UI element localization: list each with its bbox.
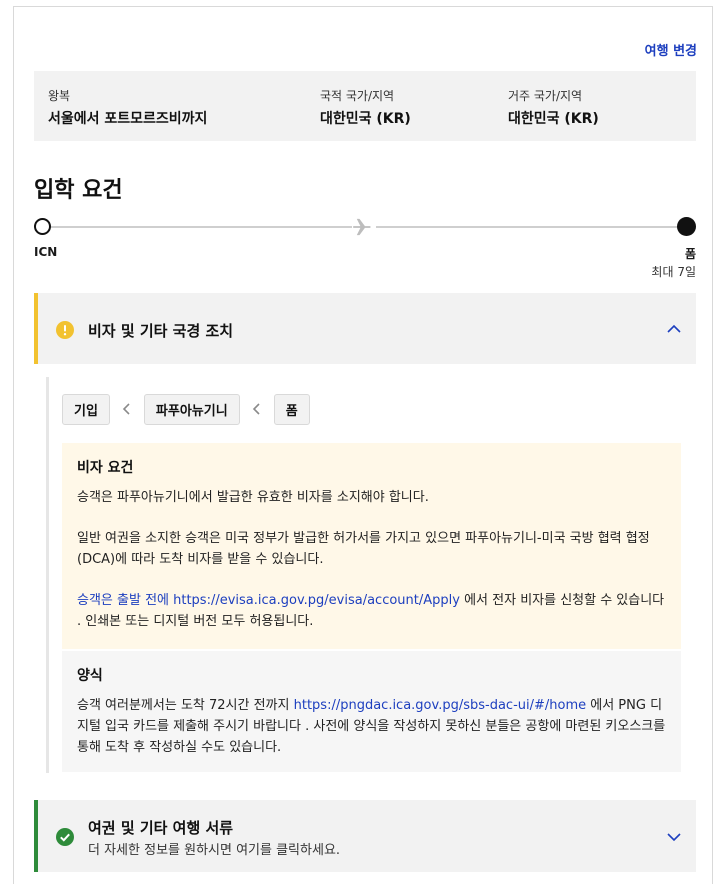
- stay-duration: 최대 7일: [651, 265, 696, 279]
- destination-code: 폼: [684, 247, 696, 261]
- residence-label: 거주 국가/지역: [508, 89, 583, 103]
- visa-requirements-box: 비자 요건 승객은 파푸아뉴기니에서 발급한 유효한 비자를 소지해야 합니다.…: [62, 443, 681, 649]
- chevron-left-icon: [240, 402, 274, 416]
- forms-text-pre: 승객 여러분께서는 도착 72시간 전까지: [77, 698, 294, 713]
- route-timeline: ICN 폼 최대 7일: [34, 216, 696, 279]
- arrival-card-link[interactable]: https://pngdac.ica.gov.pg/sbs-dac-ui/#/h…: [294, 698, 587, 713]
- breadcrumb-item-entry[interactable]: 기입: [62, 393, 110, 425]
- passport-section-title: 여권 및 기타 여행 서류: [88, 819, 234, 837]
- breadcrumb-item-city[interactable]: 폼: [273, 393, 310, 425]
- origin-code: ICN: [34, 245, 58, 259]
- breadcrumb-item-country[interactable]: 파푸아뉴기니: [143, 393, 240, 425]
- forms-title: 양식: [77, 668, 103, 684]
- trip-route-value: 서울에서 포트모르즈비까지: [48, 111, 208, 127]
- visa-section-title: 비자 및 기타 국경 조치: [88, 322, 234, 340]
- trip-type-label: 왕복: [48, 89, 71, 103]
- visa-accordion-header[interactable]: 비자 및 기타 국경 조치: [34, 293, 696, 364]
- passport-accordion-header[interactable]: 여권 및 기타 여행 서류 더 자세한 정보를 원하시면 여기를 클릭하세요.: [34, 800, 696, 872]
- chevron-up-icon[interactable]: [666, 321, 682, 341]
- page-title: 입학 요건: [34, 178, 123, 203]
- evisa-link[interactable]: 승객은 출발 전에 https://evisa.ica.gov.pg/evisa…: [77, 593, 460, 608]
- residence-value: 대한민국 (KR): [508, 111, 599, 127]
- chevron-down-icon[interactable]: [666, 829, 682, 849]
- panel-rule: [46, 377, 49, 773]
- passport-section-subtitle: 더 자세한 정보를 원하시면 여기를 클릭하세요.: [88, 843, 341, 858]
- breadcrumb: 기입 파푸아뉴기니 폼: [62, 393, 310, 425]
- destination-dot: [677, 217, 696, 236]
- origin-dot: [34, 218, 51, 235]
- trip-nationality: 국적 국가/지역 대한민국 (KR): [320, 87, 411, 128]
- trip-route: 왕복 서울에서 포트모르즈비까지: [48, 87, 207, 128]
- nationality-label: 국적 국가/지역: [320, 89, 395, 103]
- chevron-left-icon: [110, 402, 144, 416]
- check-circle-icon: [56, 828, 74, 850]
- forms-box: 양식 승객 여러분께서는 도착 72시간 전까지 https://pngdac.…: [62, 651, 681, 772]
- plane-icon: [352, 216, 376, 238]
- visa-paragraph-1: 승객은 파푸아뉴기니에서 발급한 유효한 비자를 소지해야 합니다.: [77, 490, 429, 505]
- trip-summary: 왕복 서울에서 포트모르즈비까지 국적 국가/지역 대한민국 (KR) 거주 국…: [34, 71, 696, 141]
- visa-paragraph-2: 일반 여권을 소지한 승객은 미국 정부가 발급한 허가서를 가지고 있으면 파…: [77, 531, 650, 567]
- warning-icon: [56, 321, 74, 343]
- forms-paragraph: 승객 여러분께서는 도착 72시간 전까지 https://pngdac.ica…: [77, 695, 666, 758]
- visa-paragraph-3: 승객은 출발 전에 https://evisa.ica.gov.pg/evisa…: [77, 590, 666, 632]
- visa-requirements-title: 비자 요건: [77, 460, 134, 476]
- trip-residence: 거주 국가/지역 대한민국 (KR): [508, 87, 599, 128]
- change-trip-link[interactable]: 여행 변경: [645, 40, 697, 59]
- nationality-value: 대한민국 (KR): [320, 111, 411, 127]
